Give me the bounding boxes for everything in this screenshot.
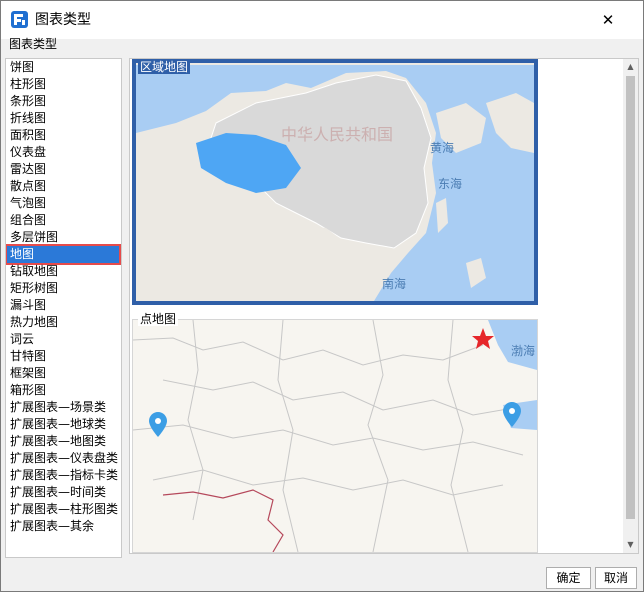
chart-type-item[interactable]: 钻取地图 xyxy=(7,263,119,280)
chart-type-item[interactable]: 词云 xyxy=(7,331,119,348)
chart-type-item[interactable]: 扩展图表—指标卡类 xyxy=(7,467,119,484)
region-map-card[interactable]: 区域地图 中华人民共和国 黄海 东海 南海 xyxy=(132,59,538,305)
chart-type-item[interactable]: 漏斗图 xyxy=(7,297,119,314)
chart-type-item[interactable]: 扩展图表—场景类 xyxy=(7,399,119,416)
chart-type-list[interactable]: 饼图 柱形图 条形图 折线图 面积图 仪表盘 雷达图 散点图 气泡图 组合图 多层饼图 地图 钻取地图矩… xyxy=(5,58,122,558)
point-map-thumbnail xyxy=(133,320,537,552)
point-map-label: 点地图 xyxy=(138,312,179,326)
chart-type-item[interactable]: 地图 xyxy=(6,244,121,265)
cancel-button[interactable]: 取消 xyxy=(595,567,637,589)
map-sea-label-east: 东海 xyxy=(438,177,463,191)
title-bar: 图表类型 ✕ xyxy=(1,1,643,39)
window-title: 图表类型 xyxy=(35,12,91,28)
chart-type-item[interactable]: 饼图 xyxy=(7,59,119,76)
region-map-thumbnail xyxy=(136,63,534,301)
map-sea-label-bohai: 渤海 xyxy=(511,344,536,358)
chart-type-item[interactable]: 甘特图 xyxy=(7,348,119,365)
chart-preview-panel: 区域地图 中华人民共和国 黄海 东海 南海 点地图 渤海 xyxy=(129,58,625,554)
chart-type-item[interactable]: 框架图 xyxy=(7,365,119,382)
chart-type-item[interactable]: 扩展图表—仪表盘类 xyxy=(7,450,119,467)
chart-type-item[interactable]: 折线图 xyxy=(7,110,119,127)
point-map-card[interactable]: 点地图 渤海 xyxy=(132,312,538,553)
chart-type-item[interactable]: 扩展图表—地球类 xyxy=(7,416,119,433)
map-sea-label-yellow: 黄海 xyxy=(430,141,455,155)
close-icon[interactable]: ✕ xyxy=(597,10,619,30)
chart-type-item[interactable]: 仪表盘 xyxy=(7,144,119,161)
chart-type-item[interactable]: 气泡图 xyxy=(7,195,119,212)
chart-type-item[interactable]: 扩展图表—时间类 xyxy=(7,484,119,501)
chart-type-group-label: 图表类型 xyxy=(9,37,58,51)
chart-type-item[interactable]: 箱形图 xyxy=(7,382,119,399)
chart-type-item[interactable]: 扩展图表—其余 xyxy=(7,518,119,535)
scroll-up-icon[interactable]: ▲ xyxy=(623,59,638,74)
chart-type-item[interactable]: 柱形图 xyxy=(7,76,119,93)
chart-type-item[interactable]: 条形图 xyxy=(7,93,119,110)
chart-type-item[interactable]: 热力地图 xyxy=(7,314,119,331)
chart-type-item[interactable]: 扩展图表—柱形图类 xyxy=(7,501,119,518)
region-map-label: 区域地图 xyxy=(138,60,191,74)
map-sea-label-south: 南海 xyxy=(382,277,407,291)
scroll-thumb[interactable] xyxy=(626,76,635,519)
chart-type-item[interactable]: 雷达图 xyxy=(7,161,119,178)
app-logo-icon xyxy=(11,11,28,28)
ok-button[interactable]: 确定 xyxy=(546,567,591,589)
chart-type-item[interactable]: 面积图 xyxy=(7,127,119,144)
preview-scrollbar[interactable]: ▲ ▼ xyxy=(623,58,639,554)
map-country-label: 中华人民共和国 xyxy=(281,125,394,144)
chart-type-item[interactable]: 散点图 xyxy=(7,178,119,195)
chart-type-item[interactable]: 扩展图表—地图类 xyxy=(7,433,119,450)
chart-type-dialog: 图表类型 ✕ 图表类型 饼图 柱形图 条形图 折线图 面积图 仪表盘 雷达图 散点图 气泡图 组合… xyxy=(0,0,644,592)
chart-type-item[interactable]: 组合图 xyxy=(7,212,119,229)
chart-type-item[interactable]: 多层饼图 xyxy=(7,229,119,246)
scroll-down-icon[interactable]: ▼ xyxy=(623,537,638,552)
chart-type-item[interactable]: 矩形树图 xyxy=(7,280,119,297)
